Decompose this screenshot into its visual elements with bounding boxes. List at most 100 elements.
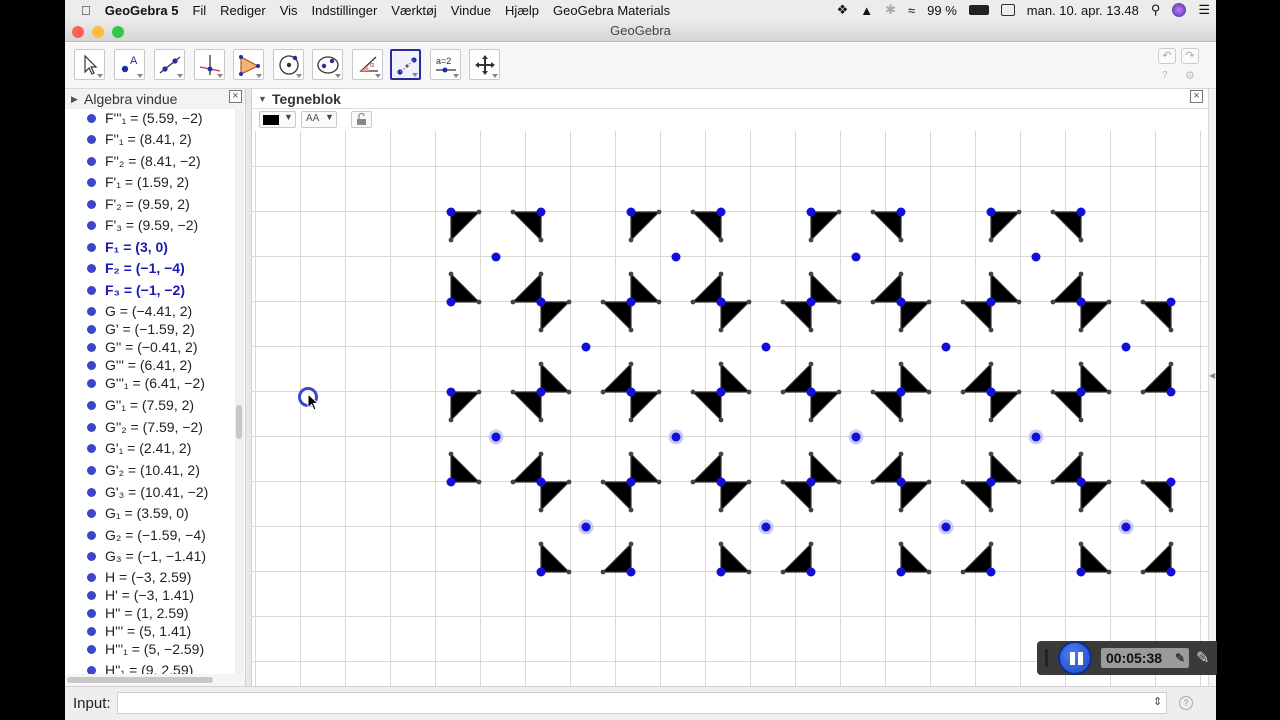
center-point [941,522,951,532]
bluetooth-icon[interactable]: ✱ [885,2,896,18]
menu-geogebra-materials[interactable]: GeoGebra Materials [553,3,670,18]
expand-triangle-icon[interactable]: ▼ [258,89,267,109]
clock-datetime[interactable]: man. 10. apr. 13.48 [1027,3,1139,18]
menu-app-name[interactable]: GeoGebra 5 [105,3,179,18]
vertex-point [898,451,904,457]
blue-point [1166,387,1176,397]
siri-icon[interactable] [1172,3,1187,17]
recorder-grip-icon[interactable] [1045,649,1048,667]
algebra-view-title: Algebra vindue [84,91,178,107]
undo-button[interactable]: ↶ [1158,48,1176,64]
status-area: ❖ ▲ ✱ ≈ 99 % man. 10. apr. 13.48 ⚲ ☰ [837,0,1210,20]
svg-text:A: A [130,55,138,67]
right-panel-handle[interactable]: ◀ [1208,89,1216,686]
text-style-dropdown[interactable]: AA ▼ [301,111,337,128]
point-tool-button[interactable]: A [114,49,145,80]
recorder-pause-button[interactable] [1058,641,1092,675]
mic-icon[interactable]: ✎ [1175,648,1185,668]
close-window-button[interactable] [72,26,84,38]
move-tool-button[interactable] [74,49,105,80]
algebra-close-button[interactable]: × [229,90,242,103]
algebra-row-text: F'''₁ = (5.59, −2) [105,110,203,126]
battery-icon[interactable] [968,5,989,15]
graphics-view-title: Tegneblok [272,91,341,107]
blue-point [896,207,906,217]
algebra-scrollbar-track[interactable] [235,109,244,674]
vertex-point [1140,479,1146,485]
window-titlebar: GeoGebra [65,20,1216,42]
vertex-point [628,451,634,457]
menu-vaerktoej[interactable]: Værktøj [391,3,437,18]
battery-label[interactable]: 99 % [927,3,957,18]
drive-icon[interactable]: ▲ [860,3,873,18]
center-point [491,432,501,442]
vertex-point [628,361,634,367]
graphics-style-bar: ▼ AA ▼ [252,109,1208,131]
lock-button[interactable] [351,111,372,128]
input-field[interactable] [117,692,1167,714]
polygon-tool-button[interactable] [233,49,264,80]
center-point [491,252,501,262]
reflect-about-point-tool-button[interactable] [390,49,421,80]
vertex-point [870,299,876,305]
blue-point [446,387,456,397]
algebra-scrollbar-thumb[interactable] [236,405,242,439]
blue-point [1076,297,1086,307]
collapse-triangle-icon[interactable]: ▶ [71,89,78,109]
vertex-point [566,389,572,395]
panel-divider[interactable] [245,89,252,686]
vertex-point [1050,299,1056,305]
ellipse-tool-button[interactable] [312,49,343,80]
pencil-icon[interactable]: ✎ [1196,648,1209,668]
minimize-window-button[interactable] [92,26,104,38]
vertex-point [1016,209,1022,215]
blue-point [986,207,996,217]
circle-tool-button[interactable] [273,49,304,80]
line-tool-button[interactable] [154,49,185,80]
color-dropdown[interactable]: ▼ [259,111,296,128]
vertex-point [926,479,932,485]
input-updown-icon[interactable]: ⇕ [1153,695,1162,708]
settings-gear-icon[interactable]: ⚙ [1185,69,1195,82]
algebra-view-header[interactable]: ▶ Algebra vindue [65,89,245,109]
notification-list-icon[interactable]: ☰ [1198,2,1210,18]
help-icon[interactable]: ? [1162,70,1168,81]
spotlight-search-icon[interactable]: ⚲ [1151,2,1161,18]
vertex-point [1050,479,1056,485]
algebra-row-text: G' = (−1.59, 2) [105,321,195,337]
chevron-left-icon[interactable]: ◀ [1209,371,1215,380]
move-graphics-view-tool-button[interactable] [469,49,500,80]
graphics-close-button[interactable]: × [1190,90,1203,103]
menu-vis[interactable]: Vis [280,3,298,18]
angle-icon: α [359,56,378,72]
vertex-point [808,327,814,333]
dropbox-icon[interactable]: ❖ [837,2,849,18]
menu-rediger[interactable]: Rediger [220,3,266,18]
vertex-point [476,209,482,215]
menu-indstillinger[interactable]: Indstillinger [312,3,378,18]
calendar-icon[interactable] [1000,4,1015,16]
menu-hjaelp[interactable]: Hjælp [505,3,539,18]
algebra-row-text: H''₁ = (9, 2.59) [105,662,194,674]
zoom-window-button[interactable] [112,26,124,38]
blue-point [536,297,546,307]
slider-tool-button[interactable]: a=2 [430,49,461,80]
apple-icon[interactable]:  [81,3,91,18]
graphics-canvas[interactable] [252,131,1208,686]
menu-fil[interactable]: Fil [192,3,206,18]
input-help-icon[interactable]: ? [1179,696,1193,710]
vertex-point [808,237,814,243]
graphics-svg[interactable] [252,131,1208,686]
algebra-row-text: G₃ = (−1, −1.41) [105,548,207,564]
angle-tool-button[interactable]: α [352,49,383,80]
wifi-icon[interactable]: ≈ [908,3,915,18]
graphics-view-header[interactable]: ▼ Tegneblok [252,89,1208,109]
chevron-down-icon: ▼ [325,112,334,122]
vertex-point [1050,389,1056,395]
perpendicular-line-tool-button[interactable] [194,49,225,80]
blue-point [806,297,816,307]
vertex-point [898,237,904,243]
menu-vindue[interactable]: Vindue [451,3,491,18]
redo-button[interactable]: ↷ [1181,48,1199,64]
algebra-hscrollbar-thumb[interactable] [67,677,213,683]
